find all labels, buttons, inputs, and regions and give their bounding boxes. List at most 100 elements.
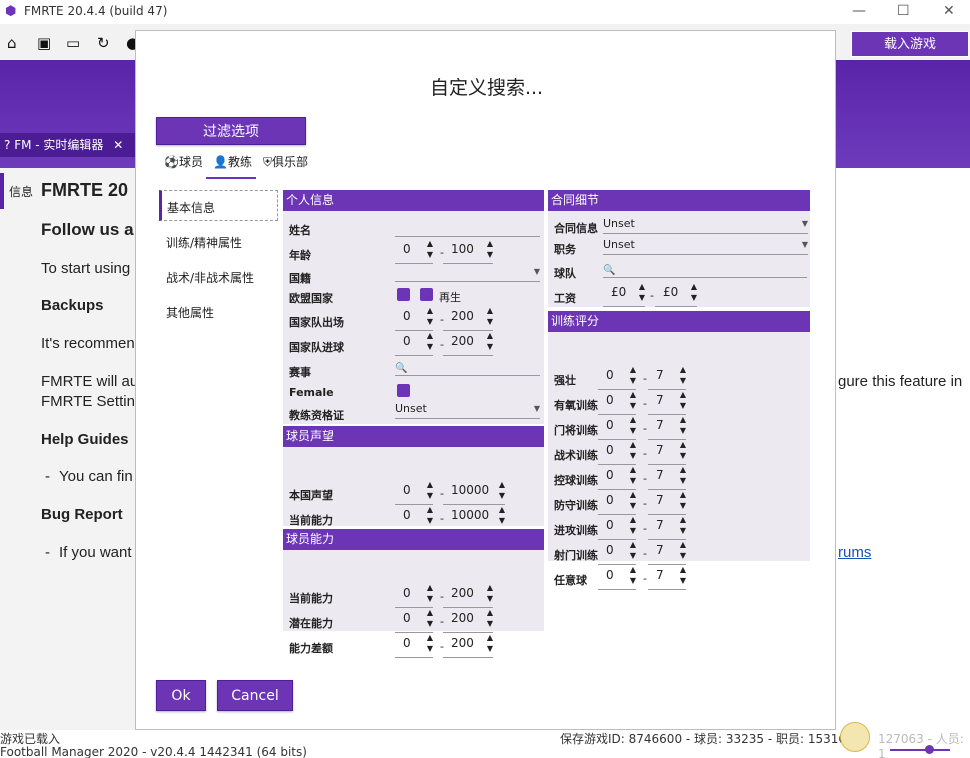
maximize-icon[interactable]: ☐ bbox=[897, 3, 910, 19]
spin-down-icon[interactable]: ▼ bbox=[630, 526, 636, 535]
rep-max-spinner[interactable]: 10000▲▼ bbox=[443, 505, 505, 530]
spin-up-icon[interactable]: ▲ bbox=[680, 565, 686, 574]
trn-min-spinner[interactable]: 0 ▲ ▼ bbox=[598, 540, 636, 565]
spin-down-icon[interactable]: ▼ bbox=[427, 342, 433, 351]
nav-tactical[interactable]: 战术/非战术属性 bbox=[166, 269, 254, 286]
spin-down-icon[interactable]: ▼ bbox=[427, 594, 433, 603]
spin-up-icon[interactable]: ▲ bbox=[680, 540, 686, 549]
spin-up-icon[interactable]: ▲ bbox=[487, 633, 493, 642]
spin-down-icon[interactable]: ▼ bbox=[680, 476, 686, 485]
spin-down-icon[interactable]: ▼ bbox=[427, 317, 433, 326]
tab-close-icon[interactable]: ✕ bbox=[113, 138, 123, 152]
spin-up-icon[interactable]: ▲ bbox=[680, 365, 686, 374]
spin-up-icon[interactable]: ▲ bbox=[427, 505, 433, 514]
spin-up-icon[interactable]: ▲ bbox=[427, 633, 433, 642]
spin-up-icon[interactable]: ▲ bbox=[487, 608, 493, 617]
spin-up-icon[interactable]: ▲ bbox=[630, 490, 636, 499]
save-icon[interactable]: ▣ bbox=[37, 34, 51, 52]
spin-down-icon[interactable]: ▼ bbox=[427, 619, 433, 628]
spin-down-icon[interactable]: ▼ bbox=[487, 644, 493, 653]
spin-down-icon[interactable]: ▼ bbox=[499, 491, 505, 500]
spin-up-icon[interactable]: ▲ bbox=[630, 390, 636, 399]
info-tab[interactable]: 信息 bbox=[9, 183, 33, 200]
spin-down-icon[interactable]: ▼ bbox=[630, 426, 636, 435]
abl-min-spinner[interactable]: 0 ▲ ▼ bbox=[395, 583, 433, 608]
spin-down-icon[interactable]: ▼ bbox=[630, 401, 636, 410]
monitor-icon[interactable]: ▭ bbox=[66, 34, 80, 52]
trn-max-spinner[interactable]: 7 ▲ ▼ bbox=[648, 490, 686, 515]
trn-max-spinner[interactable]: 7 ▲ ▼ bbox=[648, 390, 686, 415]
spin-down-icon[interactable]: ▼ bbox=[630, 376, 636, 385]
spin-down-icon[interactable]: ▼ bbox=[680, 401, 686, 410]
age-min-spinner[interactable]: 0 ▲ ▼ bbox=[395, 239, 433, 264]
contract-info-select[interactable]: Unset ▼ bbox=[603, 217, 808, 234]
name-input[interactable] bbox=[395, 221, 540, 237]
spin-up-icon[interactable]: ▲ bbox=[427, 331, 433, 340]
spin-down-icon[interactable]: ▼ bbox=[427, 250, 433, 259]
spin-up-icon[interactable]: ▲ bbox=[639, 282, 645, 291]
trn-max-spinner[interactable]: 7 ▲ ▼ bbox=[648, 515, 686, 540]
rep-max-spinner[interactable]: 10000▲▼ bbox=[443, 480, 505, 505]
spin-down-icon[interactable]: ▼ bbox=[487, 342, 493, 351]
spin-up-icon[interactable]: ▲ bbox=[499, 480, 505, 489]
trn-min-spinner[interactable]: 0 ▲ ▼ bbox=[598, 565, 636, 590]
spin-down-icon[interactable]: ▼ bbox=[691, 293, 697, 302]
spin-up-icon[interactable]: ▲ bbox=[487, 583, 493, 592]
minimize-icon[interactable]: — bbox=[852, 3, 866, 19]
spin-up-icon[interactable]: ▲ bbox=[427, 583, 433, 592]
trn-min-spinner[interactable]: 0 ▲ ▼ bbox=[598, 415, 636, 440]
spin-up-icon[interactable]: ▲ bbox=[427, 306, 433, 315]
trn-min-spinner[interactable]: 0 ▲ ▼ bbox=[598, 390, 636, 415]
goals-min-spinner[interactable]: 0 ▲ ▼ bbox=[395, 331, 433, 356]
spin-down-icon[interactable]: ▼ bbox=[680, 551, 686, 560]
spin-up-icon[interactable]: ▲ bbox=[680, 515, 686, 524]
rep-min-spinner[interactable]: 0▲▼ bbox=[395, 505, 433, 530]
trn-max-spinner[interactable]: 7 ▲ ▼ bbox=[648, 440, 686, 465]
rep-min-spinner[interactable]: 0▲▼ bbox=[395, 480, 433, 505]
spin-down-icon[interactable]: ▼ bbox=[680, 426, 686, 435]
caps-max-spinner[interactable]: 200 ▲ ▼ bbox=[443, 306, 493, 331]
license-select[interactable]: Unset ▼ bbox=[395, 402, 540, 419]
spin-up-icon[interactable]: ▲ bbox=[680, 390, 686, 399]
trn-min-spinner[interactable]: 0 ▲ ▼ bbox=[598, 465, 636, 490]
spin-down-icon[interactable]: ▼ bbox=[680, 526, 686, 535]
spin-down-icon[interactable]: ▼ bbox=[630, 476, 636, 485]
refresh-icon[interactable]: ↻ bbox=[97, 34, 110, 52]
spin-up-icon[interactable]: ▲ bbox=[630, 565, 636, 574]
nationality-select[interactable]: ▼ bbox=[395, 265, 540, 282]
wage-min-spinner[interactable]: £0 ▲ ▼ bbox=[603, 282, 645, 307]
trn-max-spinner[interactable]: 7 ▲ ▼ bbox=[648, 415, 686, 440]
zoom-slider-handle[interactable] bbox=[925, 745, 934, 754]
spin-up-icon[interactable]: ▲ bbox=[427, 608, 433, 617]
abl-max-spinner[interactable]: 200 ▲ ▼ bbox=[443, 608, 493, 633]
home-icon[interactable]: ⌂ bbox=[7, 34, 17, 52]
spin-down-icon[interactable]: ▼ bbox=[639, 293, 645, 302]
spin-down-icon[interactable]: ▼ bbox=[680, 576, 686, 585]
spin-up-icon[interactable]: ▲ bbox=[630, 415, 636, 424]
spin-down-icon[interactable]: ▼ bbox=[630, 501, 636, 510]
spin-up-icon[interactable]: ▲ bbox=[680, 440, 686, 449]
trn-max-spinner[interactable]: 7 ▲ ▼ bbox=[648, 365, 686, 390]
spin-down-icon[interactable]: ▼ bbox=[680, 376, 686, 385]
spin-up-icon[interactable]: ▲ bbox=[630, 440, 636, 449]
spin-up-icon[interactable]: ▲ bbox=[487, 306, 493, 315]
spin-up-icon[interactable]: ▲ bbox=[680, 415, 686, 424]
abl-min-spinner[interactable]: 0 ▲ ▼ bbox=[395, 633, 433, 658]
type-tab-player[interactable]: ⚽球员 bbox=[164, 153, 203, 170]
job-select[interactable]: Unset ▼ bbox=[603, 238, 808, 255]
spin-up-icon[interactable]: ▲ bbox=[487, 331, 493, 340]
spin-up-icon[interactable]: ▲ bbox=[427, 480, 433, 489]
trn-max-spinner[interactable]: 7 ▲ ▼ bbox=[648, 540, 686, 565]
spin-up-icon[interactable]: ▲ bbox=[427, 239, 433, 248]
spin-down-icon[interactable]: ▼ bbox=[427, 644, 433, 653]
female-checkbox[interactable] bbox=[397, 384, 410, 397]
spin-up-icon[interactable]: ▲ bbox=[499, 505, 505, 514]
spin-down-icon[interactable]: ▼ bbox=[427, 491, 433, 500]
trn-min-spinner[interactable]: 0 ▲ ▼ bbox=[598, 365, 636, 390]
team-search-input[interactable]: 🔍 bbox=[603, 262, 807, 278]
spin-down-icon[interactable]: ▼ bbox=[487, 317, 493, 326]
spin-up-icon[interactable]: ▲ bbox=[630, 540, 636, 549]
tab-live-editor[interactable]: ? FM - 实时编辑器 ✕ bbox=[0, 133, 135, 157]
spin-down-icon[interactable]: ▼ bbox=[487, 594, 493, 603]
wage-max-spinner[interactable]: £0 ▲ ▼ bbox=[655, 282, 697, 307]
